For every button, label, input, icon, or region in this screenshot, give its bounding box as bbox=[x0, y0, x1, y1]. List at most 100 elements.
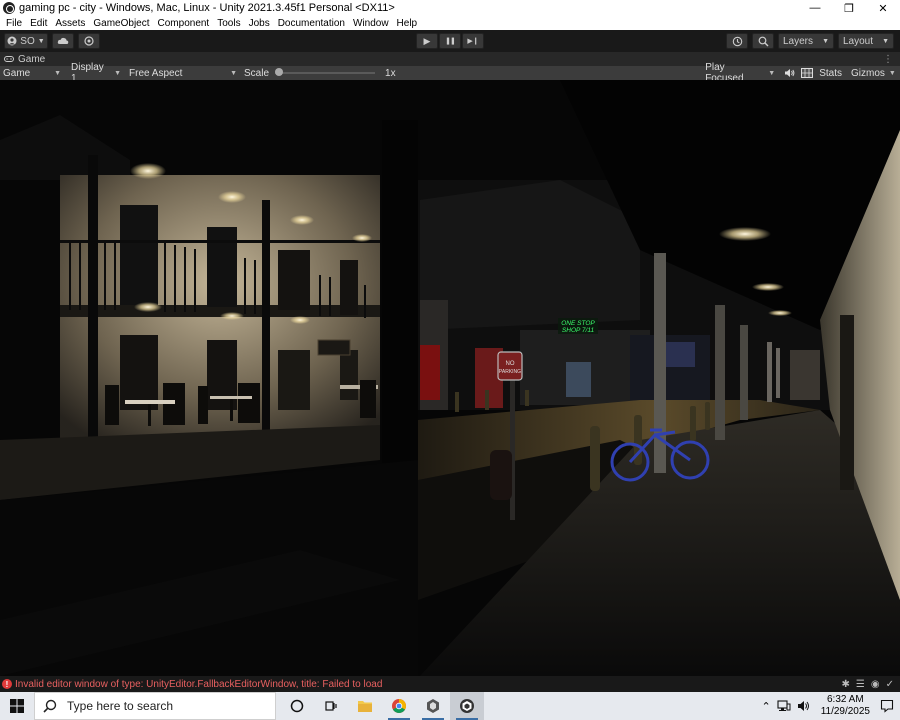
menu-gameobject[interactable]: GameObject bbox=[89, 18, 153, 29]
view-type-dropdown[interactable]: Game ▼ bbox=[0, 66, 64, 80]
chevron-down-icon: ▼ bbox=[888, 69, 896, 77]
layout-label: Layout bbox=[843, 35, 874, 47]
cache-server-icon[interactable]: ☰ bbox=[856, 679, 865, 690]
windows-taskbar: Type here to search ⌃ 6:32 AM 11/29/2025 bbox=[0, 692, 900, 720]
collab-button[interactable] bbox=[78, 33, 100, 49]
debug-mode-icon[interactable]: ✓ bbox=[886, 679, 894, 690]
no-parking-sign-line1: NO bbox=[506, 361, 515, 367]
cortana-button[interactable] bbox=[280, 692, 314, 720]
window-title: gaming pc - city - Windows, Mac, Linux -… bbox=[19, 2, 395, 14]
unity-editor-button[interactable] bbox=[450, 692, 484, 720]
scale-value: 1x bbox=[385, 67, 396, 79]
shop-sign-line2: SHOP 7/11 bbox=[562, 327, 595, 334]
unity-hub-button[interactable] bbox=[416, 692, 450, 720]
account-dropdown[interactable]: SO ▼ bbox=[4, 33, 48, 49]
file-explorer-button[interactable] bbox=[348, 692, 382, 720]
city-night-scene: NO PARKING ONE STOP SHOP 7/11 bbox=[0, 80, 900, 676]
menu-edit[interactable]: Edit bbox=[26, 18, 51, 29]
menu-documentation[interactable]: Documentation bbox=[274, 18, 349, 29]
mute-audio-icon[interactable] bbox=[784, 68, 795, 78]
taskbar-search[interactable]: Type here to search bbox=[34, 692, 276, 720]
display-dropdown[interactable]: Display 1 ▼ bbox=[68, 62, 124, 84]
error-icon: ! bbox=[2, 679, 12, 689]
start-button[interactable] bbox=[0, 692, 34, 720]
grid-stats-icon[interactable] bbox=[801, 68, 814, 78]
menu-help[interactable]: Help bbox=[393, 18, 422, 29]
console-status-bar[interactable]: ! Invalid editor window of type: UnityEd… bbox=[0, 676, 900, 692]
cortana-icon bbox=[290, 699, 304, 713]
minimize-button[interactable]: — bbox=[798, 0, 832, 16]
light-baking-icon[interactable]: ◉ bbox=[871, 679, 880, 690]
more-options-icon[interactable]: ⋮ bbox=[883, 54, 894, 65]
clock-date: 11/29/2025 bbox=[820, 706, 870, 717]
scale-slider-handle[interactable] bbox=[275, 68, 284, 76]
menu-window[interactable]: Window bbox=[349, 18, 393, 29]
chrome-icon bbox=[392, 699, 406, 713]
stats-button[interactable]: Stats bbox=[819, 68, 842, 79]
unity-editor-icon bbox=[460, 699, 474, 713]
layout-dropdown[interactable]: Layout ▼ bbox=[838, 33, 894, 49]
aspect-dropdown[interactable]: Free Aspect ▼ bbox=[126, 66, 240, 80]
scale-label: Scale bbox=[244, 67, 270, 79]
game-view-right-controls: Play Focused ▼ Stats Gizmos ▼ bbox=[702, 62, 900, 84]
account-label: SO bbox=[20, 35, 35, 47]
chevron-down-icon: ▼ bbox=[114, 69, 121, 77]
toolbar-right: Layers ▼ Layout ▼ bbox=[726, 33, 894, 49]
account-icon bbox=[7, 36, 17, 46]
shop-sign-line1: ONE STOP bbox=[561, 320, 595, 327]
scale-slider[interactable] bbox=[275, 66, 376, 80]
menu-component[interactable]: Component bbox=[154, 18, 214, 29]
chevron-down-icon: ▼ bbox=[882, 37, 889, 45]
history-button[interactable] bbox=[726, 33, 748, 49]
tab-game[interactable]: Game bbox=[18, 54, 45, 65]
task-view-icon bbox=[325, 701, 337, 711]
cloud-icon bbox=[57, 37, 69, 44]
chrome-button[interactable] bbox=[382, 692, 416, 720]
search-icon bbox=[43, 699, 57, 713]
scale-slider-track bbox=[275, 72, 376, 74]
step-button[interactable]: ▶❙ bbox=[462, 33, 484, 49]
taskbar-clock[interactable]: 6:32 AM 11/29/2025 bbox=[817, 694, 874, 718]
show-hidden-icons-icon[interactable]: ⌃ bbox=[761, 700, 770, 713]
pause-icon: ❚❚ bbox=[445, 38, 456, 45]
unity-hub-icon bbox=[427, 699, 439, 713]
pause-button[interactable]: ❚❚ bbox=[439, 33, 461, 49]
close-button[interactable]: ✕ bbox=[866, 0, 900, 16]
clock-time: 6:32 AM bbox=[826, 694, 864, 705]
menu-tools[interactable]: Tools bbox=[213, 18, 244, 29]
search-button[interactable] bbox=[752, 33, 774, 49]
gamepad-icon bbox=[4, 56, 14, 62]
layers-dropdown[interactable]: Layers ▼ bbox=[778, 33, 834, 49]
menu-assets[interactable]: Assets bbox=[51, 18, 89, 29]
collab-icon bbox=[84, 36, 94, 46]
restore-button[interactable]: ❐ bbox=[832, 0, 866, 16]
game-view-toolbar: Game ▼ Display 1 ▼ Free Aspect ▼ Scale 1… bbox=[0, 62, 900, 84]
progress-icon[interactable]: ✱ bbox=[842, 679, 850, 690]
chevron-down-icon: ▼ bbox=[822, 37, 829, 45]
game-viewport[interactable]: NO PARKING ONE STOP SHOP 7/11 bbox=[0, 80, 900, 676]
task-view-button[interactable] bbox=[314, 692, 348, 720]
view-type-label: Game bbox=[3, 67, 31, 79]
game-tab-header: Game ⋮ bbox=[0, 52, 900, 66]
aspect-label: Free Aspect bbox=[129, 67, 183, 79]
notifications-icon[interactable] bbox=[880, 699, 894, 713]
console-error-message[interactable]: Invalid editor window of type: UnityEdit… bbox=[15, 679, 382, 690]
menu-file[interactable]: File bbox=[2, 18, 26, 29]
windows-logo-icon bbox=[10, 699, 24, 713]
step-icon: ▶❙ bbox=[467, 38, 479, 45]
title-bar: gaming pc - city - Windows, Mac, Linux -… bbox=[0, 0, 900, 16]
chevron-down-icon: ▼ bbox=[768, 69, 776, 77]
cloud-button[interactable] bbox=[52, 33, 74, 49]
gizmos-dropdown[interactable]: Gizmos ▼ bbox=[848, 66, 896, 80]
menu-jobs[interactable]: Jobs bbox=[245, 18, 274, 29]
network-icon[interactable] bbox=[777, 700, 791, 712]
window-controls: — ❐ ✕ bbox=[798, 0, 900, 16]
search-icon bbox=[758, 36, 768, 46]
play-icon: ▶ bbox=[423, 35, 431, 46]
play-controls: ▶ ❚❚ ▶❙ bbox=[416, 33, 484, 49]
volume-icon[interactable] bbox=[797, 700, 811, 712]
play-button[interactable]: ▶ bbox=[416, 33, 438, 49]
chevron-down-icon: ▼ bbox=[37, 37, 45, 45]
play-mode-dropdown[interactable]: Play Focused ▼ bbox=[702, 62, 778, 84]
gizmos-label: Gizmos bbox=[851, 67, 885, 79]
